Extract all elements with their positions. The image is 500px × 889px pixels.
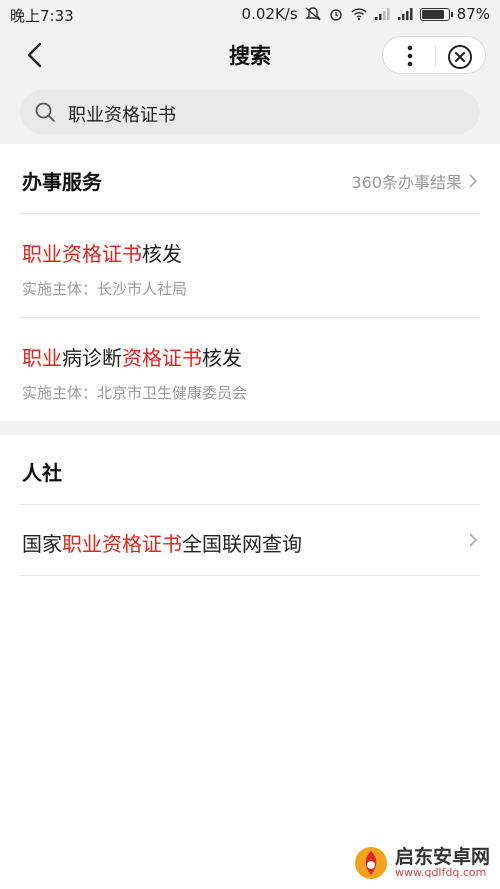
search-query-text: 职业资格证书 [68, 105, 176, 126]
service-item-title: 职业资格证书核发 [22, 238, 182, 267]
battery-percent: 87% [456, 5, 490, 23]
highlight-text: 职业资格证书 [22, 242, 142, 266]
services-section-title: 办事服务 [22, 170, 102, 194]
status-right: 0.02K/s 87% [242, 5, 490, 23]
service-item-title: 职业病诊断资格证书核发 [22, 342, 242, 371]
title-text: 核发 [202, 346, 242, 370]
search-icon [35, 102, 55, 122]
watermark-brand: 启东安卓网 [394, 845, 490, 868]
divider [20, 575, 480, 576]
watermark-text: 启东安卓网 www.qdlfdq.com [394, 845, 490, 880]
services-section-header: 办事服务 360条办事结果 [0, 144, 500, 214]
hr-item-chevron [468, 532, 478, 552]
service-item-2[interactable]: 职业病诊断资格证书核发 实施主体：北京市卫生健康委员会 [0, 318, 500, 422]
close-circle-icon[interactable] [447, 44, 473, 70]
capsule-divider [435, 46, 436, 66]
mute-icon [304, 7, 321, 21]
hr-section-title: 人社 [22, 461, 62, 485]
nav-bar: 搜索 [0, 28, 500, 82]
highlight-text: 职业资格证书 [62, 532, 182, 556]
watermark-logo-icon [354, 847, 387, 879]
search-area: 职业资格证书 [0, 82, 500, 144]
signal-icon [374, 8, 390, 20]
hr-item-1[interactable]: 国家职业资格证书全国联网查询 [0, 505, 500, 575]
status-bar: 晚上7:33 0.02K/s 87% [0, 0, 500, 28]
miniapp-capsule [382, 36, 486, 74]
hr-item-title: 国家职业资格证书全国联网查询 [22, 528, 302, 557]
highlight-text: 职业 [22, 346, 62, 370]
more-dots-icon[interactable] [401, 45, 419, 67]
service-item-subtitle: 实施主体：北京市卫生健康委员会 [22, 384, 248, 402]
title-text: 国家 [22, 532, 62, 556]
services-more-link[interactable]: 360条办事结果 [351, 169, 478, 193]
watermark-url: www.qdlfdq.com [394, 866, 487, 880]
hr-section-header: 人社 [0, 435, 500, 505]
service-item-subtitle: 实施主体：长沙市人社局 [22, 280, 188, 298]
services-more-label: 360条办事结果 [351, 173, 462, 192]
highlight-text: 资格证书 [122, 346, 202, 370]
service-item-1[interactable]: 职业资格证书核发 实施主体：长沙市人社局 [0, 214, 500, 318]
search-input[interactable]: 职业资格证书 [20, 90, 480, 134]
status-time: 晚上7:33 [10, 7, 74, 25]
title-text: 全国联网查询 [182, 532, 302, 556]
title-text: 病诊断 [62, 346, 122, 370]
wifi-icon [351, 8, 367, 21]
battery-icon [419, 7, 453, 21]
chevron-right-icon [469, 533, 478, 547]
watermark: 启东安卓网 www.qdlfdq.com [353, 845, 490, 881]
hd-signal-icon [397, 8, 413, 20]
alarm-icon [329, 9, 342, 21]
network-speed: 0.02K/s [241, 5, 298, 23]
title-text: 核发 [142, 242, 182, 266]
chevron-right-icon [469, 174, 478, 188]
section-separator [0, 421, 500, 435]
